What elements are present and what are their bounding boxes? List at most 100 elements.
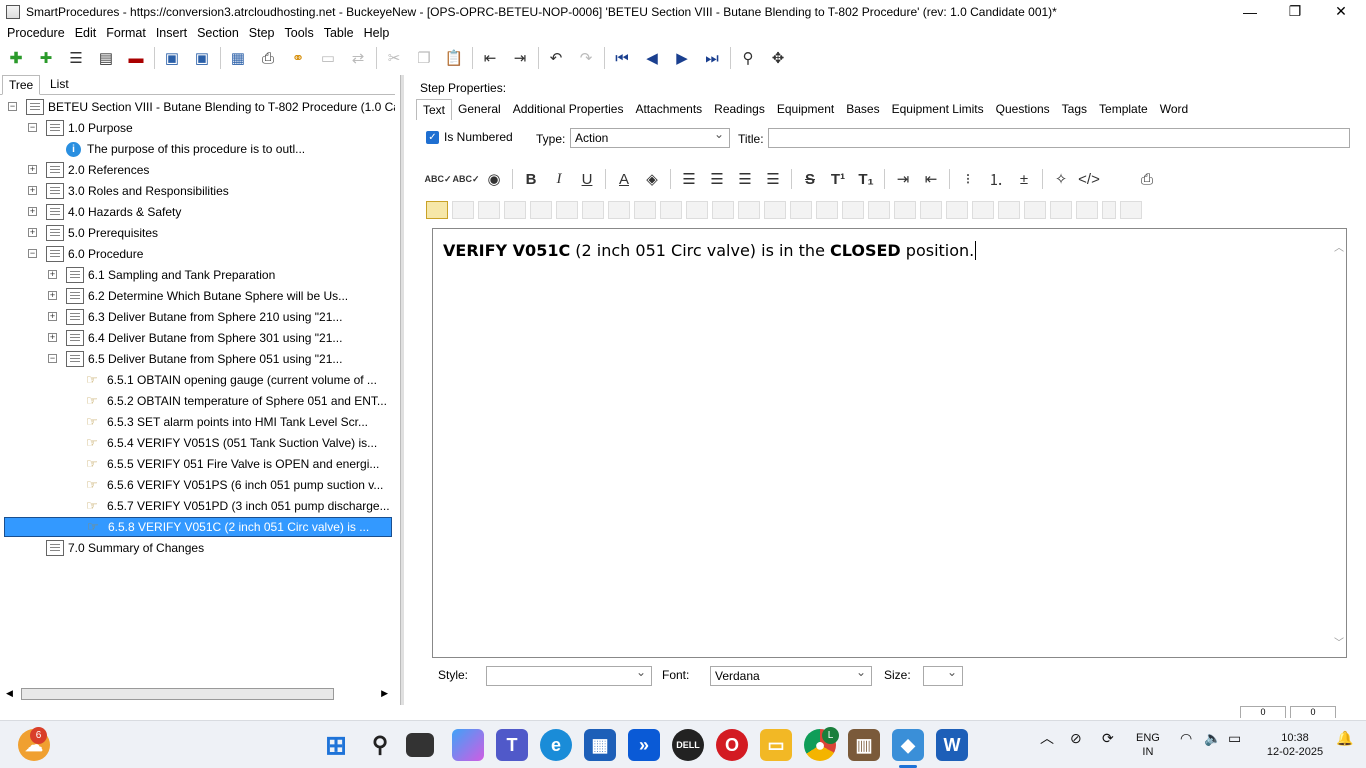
type-dropdown[interactable]: Action	[570, 127, 730, 148]
justify-icon[interactable]: ☰	[761, 167, 785, 191]
tree-node[interactable]: 6.3 Deliver Butane from Sphere 210 using…	[66, 307, 342, 327]
previous-icon[interactable]: ◀	[640, 46, 664, 70]
tab-attachments[interactable]: Attachments	[629, 99, 708, 120]
table-icon[interactable]	[816, 201, 838, 219]
outdent-icon[interactable]: ⇤	[478, 46, 502, 70]
table-icon[interactable]	[972, 201, 994, 219]
menu-section[interactable]: Section	[193, 26, 243, 40]
bullet-list-icon[interactable]: ⁝	[956, 167, 980, 191]
is-numbered-checkbox[interactable]: ✓	[426, 131, 439, 144]
tree-node[interactable]: ☞ 6.5.2 OBTAIN temperature of Sphere 051 …	[86, 391, 387, 411]
opera-icon[interactable]: O	[716, 729, 748, 761]
tree-node[interactable]: ☞ 6.5.6 VERIFY V051PS (6 inch 051 pump su…	[86, 475, 383, 495]
form-icon[interactable]: ▭	[316, 46, 340, 70]
table-icon[interactable]	[868, 201, 890, 219]
outline-icon[interactable]: ▤	[94, 46, 118, 70]
table-icon[interactable]	[478, 201, 500, 219]
table-icon[interactable]	[946, 201, 968, 219]
print-preview-icon[interactable]: ⎙	[1135, 167, 1159, 191]
network-app-icon[interactable]: ⊘	[1070, 731, 1082, 745]
tree-node[interactable]: ☞ 6.5.4 VERIFY V051S (051 Tank Suction Va…	[86, 433, 377, 453]
table-icon[interactable]	[1102, 201, 1116, 219]
table-icon[interactable]	[790, 201, 812, 219]
tree-node[interactable]: 6.2 Determine Which Butane Sphere will b…	[66, 286, 348, 306]
superscript-icon[interactable]: T¹	[826, 167, 850, 191]
show-hidden-icons[interactable]: ︿	[1040, 731, 1054, 745]
subscript-icon[interactable]: T₁	[854, 167, 878, 191]
style-dropdown[interactable]	[486, 665, 652, 686]
table-icon[interactable]	[764, 201, 786, 219]
tab-equipment-limits[interactable]: Equipment Limits	[886, 99, 990, 120]
battery-icon[interactable]: ▭	[1228, 731, 1241, 745]
table-icon[interactable]	[556, 201, 578, 219]
print-icon[interactable]: ⎙	[256, 46, 280, 70]
table-icon[interactable]	[738, 201, 760, 219]
cut-icon[interactable]: ✂	[382, 46, 406, 70]
notifications-icon[interactable]: 🔔	[1336, 731, 1353, 745]
decrease-indent-icon[interactable]: ⇤	[919, 167, 943, 191]
tree-node[interactable]: 4.0 Hazards & Safety	[46, 202, 181, 222]
scroll-right-icon[interactable]: ▶	[381, 688, 388, 699]
find-icon[interactable]: ⚲	[736, 46, 760, 70]
tree-node[interactable]: BETEU Section VIII - Butane Blending to …	[26, 97, 395, 117]
font-dropdown[interactable]: Verdana	[710, 665, 872, 686]
tree-node[interactable]: 5.0 Prerequisites	[46, 223, 158, 243]
expand-icon[interactable]: +	[28, 207, 37, 216]
tab-list[interactable]: List	[44, 75, 75, 95]
tab-tags[interactable]: Tags	[1056, 99, 1093, 120]
dell-icon[interactable]: DELL	[672, 729, 704, 761]
tree-node[interactable]: 3.0 Roles and Responsibilities	[46, 181, 229, 201]
expand-icon[interactable]: +	[48, 333, 57, 342]
table-icon[interactable]	[582, 201, 604, 219]
horizontal-rule-icon[interactable]: ±	[1012, 167, 1036, 191]
spellcheck-all-icon[interactable]: ABC✓	[452, 167, 479, 191]
tab-template[interactable]: Template	[1093, 99, 1154, 120]
menu-edit[interactable]: Edit	[71, 26, 101, 40]
file-explorer-icon[interactable]: ▭	[760, 729, 792, 761]
step-text-editor[interactable]: VERIFY V051C (2 inch 051 Circ valve) is …	[432, 228, 1347, 658]
bold-icon[interactable]: B	[519, 167, 543, 191]
minimize-button[interactable]: —	[1227, 0, 1273, 23]
add-step-icon[interactable]: ✚	[4, 46, 28, 70]
redo-format-icon[interactable]: ⇄	[346, 46, 370, 70]
table-icon[interactable]	[608, 201, 630, 219]
paste-icon[interactable]: 📋	[442, 46, 466, 70]
tree-node[interactable]: 6.5 Deliver Butane from Sphere 051 using…	[66, 349, 342, 369]
close-button[interactable]: ✕	[1318, 0, 1364, 23]
table-icon[interactable]	[842, 201, 864, 219]
step-text[interactable]: VERIFY V051C (2 inch 051 Circ valve) is …	[443, 241, 977, 260]
last-icon[interactable]: ⏭	[700, 46, 724, 70]
strikethrough-icon[interactable]: S	[798, 167, 822, 191]
tab-bases[interactable]: Bases	[840, 99, 885, 120]
menu-tools[interactable]: Tools	[281, 26, 318, 40]
underline-icon[interactable]: U	[575, 167, 599, 191]
increase-indent-icon[interactable]: ⇥	[891, 167, 915, 191]
copilot-icon[interactable]	[452, 729, 484, 761]
search-icon[interactable]: ⚲	[364, 729, 396, 761]
tree-node[interactable]: 6.4 Deliver Butane from Sphere 301 using…	[66, 328, 342, 348]
tree-node[interactable]: 7.0 Summary of Changes	[46, 538, 204, 558]
indent-icon[interactable]: ⇥	[508, 46, 532, 70]
collapse-icon[interactable]: −	[28, 123, 37, 132]
collapse-icon[interactable]: −	[8, 102, 17, 111]
expand-icon[interactable]: +	[28, 165, 37, 174]
power-automate-icon[interactable]: »	[628, 729, 660, 761]
magic-wand-icon[interactable]: ✧	[1049, 167, 1073, 191]
tab-readings[interactable]: Readings	[708, 99, 771, 120]
undo-icon[interactable]: ↶	[544, 46, 568, 70]
align-center-icon[interactable]: ☰	[705, 167, 729, 191]
redo-icon[interactable]: ↷	[574, 46, 598, 70]
tab-tree[interactable]: Tree	[2, 75, 41, 95]
store-icon[interactable]: ▦	[584, 729, 616, 761]
clock[interactable]: 10:38 12-02-2025	[1262, 731, 1328, 759]
menu-insert[interactable]: Insert	[152, 26, 191, 40]
scrollbar-thumb[interactable]	[21, 688, 334, 700]
table-icon[interactable]	[634, 201, 656, 219]
task-view-icon[interactable]	[406, 733, 434, 757]
spellcheck-icon[interactable]: ABC✓	[424, 167, 451, 191]
table-icon[interactable]	[712, 201, 734, 219]
collapse-icon[interactable]: −	[28, 249, 37, 258]
size-dropdown[interactable]	[923, 665, 963, 686]
fill-color-icon[interactable]: ◈	[640, 167, 664, 191]
expand-icon[interactable]: +	[28, 186, 37, 195]
